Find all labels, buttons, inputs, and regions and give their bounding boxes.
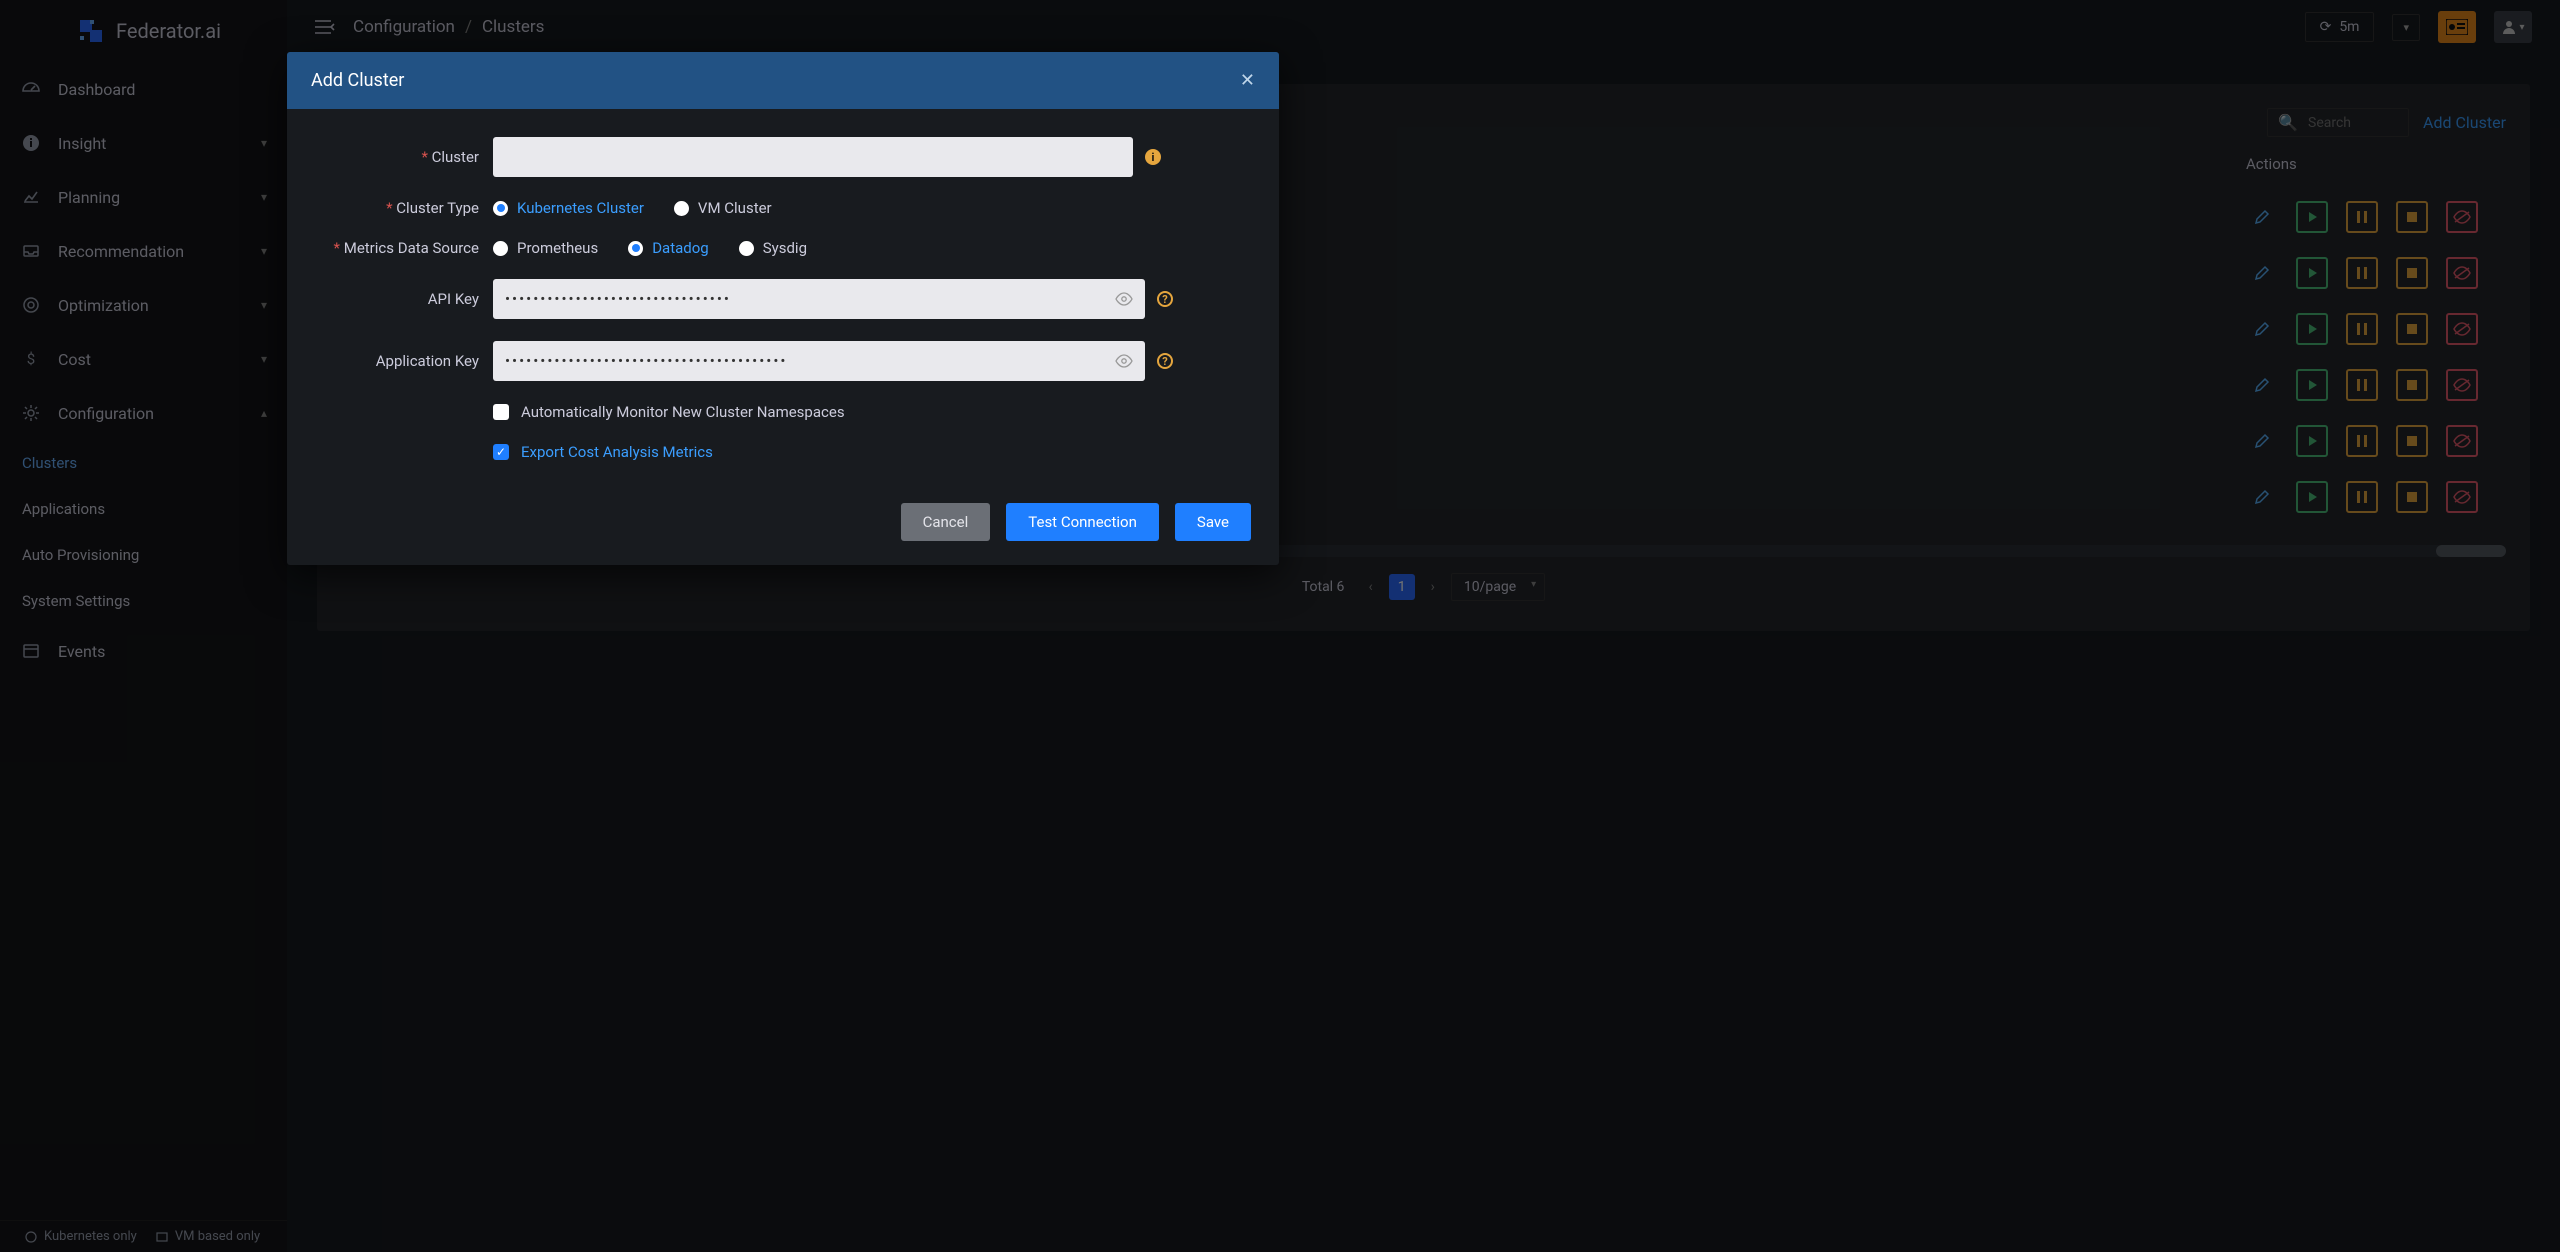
radio-icon bbox=[493, 201, 508, 216]
metrics-source-label: Metrics Data Source bbox=[315, 239, 493, 257]
radio-label: Kubernetes Cluster bbox=[517, 199, 644, 217]
radio-icon bbox=[493, 241, 508, 256]
radio-icon bbox=[739, 241, 754, 256]
radio-label: Datadog bbox=[652, 239, 709, 257]
radio-label: Prometheus bbox=[517, 239, 598, 257]
cluster-name-input[interactable] bbox=[493, 137, 1133, 177]
metrics-option[interactable]: Sysdig bbox=[739, 239, 807, 257]
modal-header: Add Cluster ✕ bbox=[287, 52, 1279, 109]
export-cost-label: Export Cost Analysis Metrics bbox=[521, 443, 713, 461]
info-icon[interactable]: i bbox=[1145, 149, 1161, 165]
api-key-input[interactable] bbox=[493, 279, 1145, 319]
eye-icon[interactable] bbox=[1115, 292, 1133, 306]
cluster-type-option[interactable]: Kubernetes Cluster bbox=[493, 199, 644, 217]
api-key-label: API Key bbox=[315, 290, 493, 308]
application-key-input[interactable] bbox=[493, 341, 1145, 381]
radio-icon bbox=[628, 241, 643, 256]
metrics-option[interactable]: Prometheus bbox=[493, 239, 598, 257]
help-icon[interactable]: ? bbox=[1157, 353, 1173, 369]
export-cost-checkbox[interactable]: ✓ bbox=[493, 444, 509, 460]
auto-monitor-label: Automatically Monitor New Cluster Namesp… bbox=[521, 403, 845, 421]
help-icon[interactable]: ? bbox=[1157, 291, 1173, 307]
cancel-button[interactable]: Cancel bbox=[901, 503, 991, 541]
modal-close-button[interactable]: ✕ bbox=[1240, 70, 1255, 91]
test-connection-button[interactable]: Test Connection bbox=[1006, 503, 1159, 541]
modal-title: Add Cluster bbox=[311, 70, 404, 91]
cluster-type-label: Cluster Type bbox=[315, 199, 493, 217]
radio-label: Sysdig bbox=[763, 239, 807, 257]
radio-icon bbox=[674, 201, 689, 216]
save-button[interactable]: Save bbox=[1175, 503, 1251, 541]
metrics-option[interactable]: Datadog bbox=[628, 239, 709, 257]
eye-icon[interactable] bbox=[1115, 354, 1133, 368]
add-cluster-modal: Add Cluster ✕ Cluster i Cluster Type Kub… bbox=[287, 52, 1279, 565]
cluster-label: Cluster bbox=[315, 148, 493, 166]
radio-label: VM Cluster bbox=[698, 199, 772, 217]
cluster-type-option[interactable]: VM Cluster bbox=[674, 199, 772, 217]
application-key-label: Application Key bbox=[315, 352, 493, 370]
auto-monitor-checkbox[interactable] bbox=[493, 404, 509, 420]
